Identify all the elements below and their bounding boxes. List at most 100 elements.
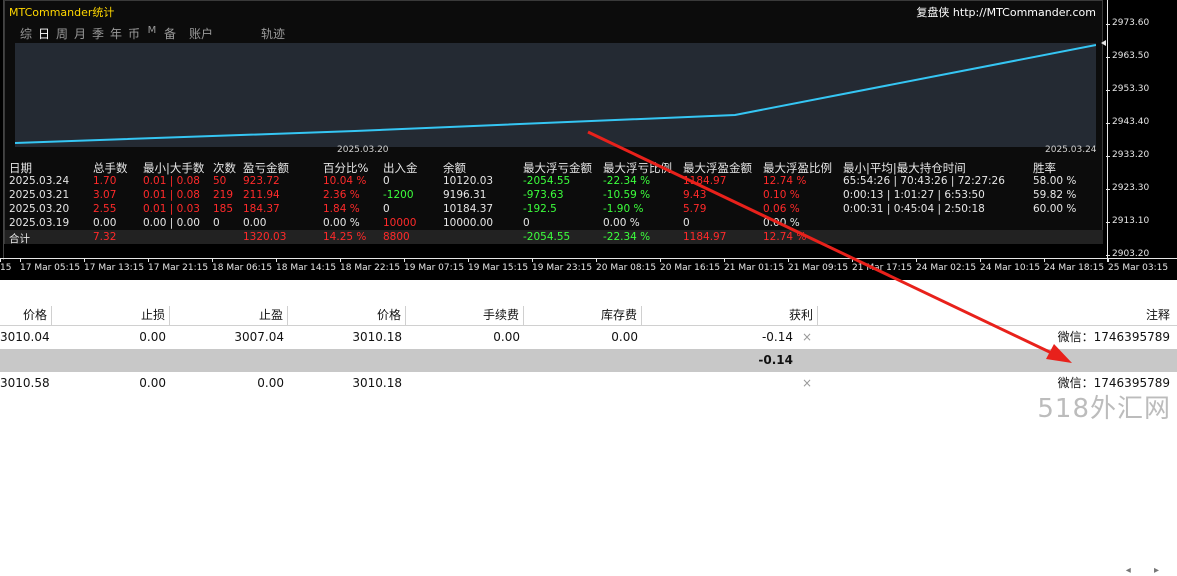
stats-cell: 2025.03.19 bbox=[9, 217, 70, 229]
time-tick: 20 Mar 16:15 bbox=[660, 258, 721, 273]
stats-cell: 185 bbox=[213, 203, 234, 215]
price-tick: 2963.50 bbox=[1105, 51, 1150, 61]
stats-cell: 2025.03.20 bbox=[9, 203, 70, 215]
stats-cell: 8800 bbox=[383, 231, 410, 243]
stats-cell: 0 bbox=[383, 175, 390, 187]
stats-cell: 60.00 % bbox=[1033, 203, 1077, 215]
close-icon[interactable]: × bbox=[802, 372, 812, 395]
stats-header-cell: 最大浮盈金额 bbox=[683, 161, 752, 175]
col-sl[interactable]: 止损 bbox=[52, 306, 170, 325]
cell-comment: 微信：1746395789 bbox=[1057, 330, 1170, 344]
col-tp[interactable]: 止盈 bbox=[170, 306, 288, 325]
stats-cell: 0.00 % bbox=[603, 217, 640, 229]
stats-cell: 2.36 % bbox=[323, 189, 360, 201]
tab-all[interactable]: 综 bbox=[17, 25, 35, 42]
time-tick: 15 bbox=[0, 258, 12, 273]
stats-cell: 65:54:26 | 70:43:26 | 72:27:26 bbox=[843, 175, 1005, 187]
stats-cell: 0.00 % bbox=[763, 217, 800, 229]
time-tick: 21 Mar 17:15 bbox=[852, 258, 913, 273]
panel-site-link[interactable]: 复盘侠 http://MTCommander.com bbox=[916, 4, 1096, 20]
price-chart[interactable]: MTCommander统计 复盘侠 http://MTCommander.com… bbox=[0, 0, 1177, 280]
stats-header-cell: 盈亏金额 bbox=[243, 161, 289, 175]
stats-cell: 0.01 | 0.03 bbox=[143, 203, 200, 215]
stats-cell: 0 bbox=[383, 203, 390, 215]
stats-cell: -2054.55 bbox=[523, 175, 571, 187]
stats-cell: 0.06 % bbox=[763, 203, 800, 215]
mini-chart-end-date: 2025.03.24 bbox=[1045, 145, 1097, 155]
stats-cell: -10.59 % bbox=[603, 189, 651, 201]
stats-header-cell: 余额 bbox=[443, 161, 466, 175]
tab-month[interactable]: 月 bbox=[71, 25, 89, 42]
terminal-toolbar: ◂ ▸ bbox=[0, 280, 1177, 576]
cell-profit: -0.14 bbox=[761, 330, 793, 344]
watermark-logo: 518外汇网 bbox=[1037, 394, 1171, 424]
stats-cell: 0.01 | 0.08 bbox=[143, 175, 200, 187]
time-tick: 17 Mar 21:15 bbox=[148, 258, 209, 273]
col-commission[interactable]: 手续费 bbox=[406, 306, 524, 325]
time-tick: 24 Mar 18:15 bbox=[1044, 258, 1105, 273]
tab-note[interactable]: 备 bbox=[161, 25, 179, 42]
stats-cell: 1320.03 bbox=[243, 231, 287, 243]
table-row[interactable]: 3010.58 0.00 0.00 3010.18 × 微信：174639578… bbox=[0, 372, 1177, 395]
tab-week[interactable]: 周 bbox=[53, 25, 71, 42]
col-swap[interactable]: 库存费 bbox=[524, 306, 642, 325]
price-axis: 2973.60 2963.50 2953.30 2943.40 2933.20 2923.… bbox=[1105, 0, 1177, 262]
tab-day[interactable]: 日 bbox=[35, 25, 53, 42]
cell-price: 3010.58 bbox=[0, 376, 50, 390]
price-tick: 2913.10 bbox=[1105, 216, 1150, 226]
time-tick: 17 Mar 13:15 bbox=[84, 258, 145, 273]
stats-cell: 219 bbox=[213, 189, 234, 201]
subtotal-profit: -0.14 bbox=[758, 353, 793, 367]
price-tick: 2973.60 bbox=[1105, 18, 1150, 28]
stats-cell: 50 bbox=[213, 175, 227, 187]
close-icon[interactable]: × bbox=[802, 326, 812, 349]
cell-commission: 0.00 bbox=[493, 330, 520, 344]
tab-year[interactable]: 年 bbox=[107, 25, 125, 42]
stats-cell: 0.00 bbox=[93, 217, 117, 229]
stats-cell: 10000.00 bbox=[443, 217, 494, 229]
equity-curve bbox=[15, 44, 1096, 144]
tab-magic[interactable]: M bbox=[143, 25, 161, 42]
price-tick: 2943.40 bbox=[1105, 117, 1150, 127]
tab-trace[interactable]: 轨迹 bbox=[261, 25, 285, 42]
time-tick: 24 Mar 02:15 bbox=[916, 258, 977, 273]
stats-header-cell: 最小|平均|最大持仓时间 bbox=[843, 161, 966, 175]
time-tick: 18 Mar 22:15 bbox=[340, 258, 401, 273]
stats-cell: -2054.55 bbox=[523, 231, 571, 243]
col-comment[interactable]: 注释 bbox=[818, 306, 1174, 325]
price-tick: 2933.20 bbox=[1105, 150, 1150, 160]
stats-header-cell: 最大浮亏金额 bbox=[523, 161, 592, 175]
subtotal-row: -0.14 bbox=[0, 349, 1177, 372]
cell-tp: 3007.04 bbox=[234, 330, 284, 344]
col-price[interactable]: 价格 bbox=[0, 306, 52, 325]
mini-chart-mid-date: 2025.03.20 bbox=[337, 145, 389, 155]
stats-cell: 14.25 % bbox=[323, 231, 367, 243]
stats-cell: 12.74 % bbox=[763, 231, 807, 243]
stats-cell: 184.37 bbox=[243, 203, 280, 215]
stats-header-cell: 最大浮盈比例 bbox=[763, 161, 832, 175]
col-profit[interactable]: 获利 bbox=[642, 306, 818, 325]
cell-tp: 0.00 bbox=[257, 376, 284, 390]
stats-cell: 0:00:31 | 0:45:04 | 2:50:18 bbox=[843, 203, 985, 215]
scroll-arrows-icon[interactable]: ◂ ▸ bbox=[1126, 565, 1169, 576]
cell-price2: 3010.18 bbox=[352, 330, 402, 344]
stats-cell: 2025.03.21 bbox=[9, 189, 70, 201]
table-row[interactable]: 3010.04 0.00 3007.04 3010.18 0.00 0.00 -… bbox=[0, 326, 1177, 349]
price-tick: 2923.30 bbox=[1105, 183, 1150, 193]
stats-cell: 0.00 % bbox=[323, 217, 360, 229]
stats-cell: 923.72 bbox=[243, 175, 280, 187]
stats-cell: 1.70 bbox=[93, 175, 117, 187]
stats-cell: 合计 bbox=[9, 233, 30, 245]
time-axis: 15 17 Mar 05:15 17 Mar 13:15 17 Mar 21:15 18… bbox=[0, 258, 1177, 280]
time-tick: 20 Mar 08:15 bbox=[596, 258, 657, 273]
price-tick: 2953.30 bbox=[1105, 84, 1150, 94]
tab-currency[interactable]: 币 bbox=[125, 25, 143, 42]
col-price2[interactable]: 价格 bbox=[288, 306, 406, 325]
stats-cell: 0 bbox=[523, 217, 530, 229]
stats-header-cell: 胜率 bbox=[1033, 161, 1056, 175]
tab-quarter[interactable]: 季 bbox=[89, 25, 107, 42]
cell-swap: 0.00 bbox=[611, 330, 638, 344]
stats-cell: 7.32 bbox=[93, 231, 117, 243]
stats-panel: MTCommander统计 复盘侠 http://MTCommander.com… bbox=[4, 0, 1103, 245]
tab-account[interactable]: 账户 bbox=[189, 25, 213, 42]
